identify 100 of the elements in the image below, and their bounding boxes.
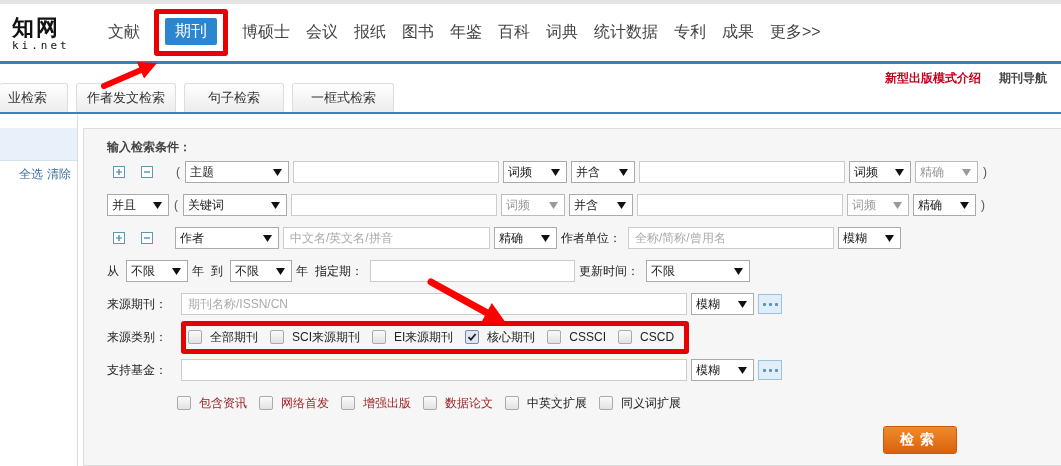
dropdown[interactable]: 不限 [230,260,292,282]
nav-tab[interactable]: 期刊 [165,18,217,45]
dropdown[interactable]: 词频 [503,161,567,183]
checkbox-label[interactable]: 数据论文 [445,394,493,412]
nav-tab[interactable]: 专利 [674,18,706,47]
dropdown[interactable]: 并含 [571,161,635,183]
nav-tab[interactable]: 报纸 [354,18,386,47]
dropdown[interactable]: 词频 [849,161,911,183]
parenthesis: ( [175,165,181,179]
plus-icon[interactable] [113,166,125,178]
form-label: 年 [296,262,309,280]
caret-icon [895,168,904,176]
checkbox[interactable] [618,330,633,344]
checkbox[interactable] [259,396,273,410]
form-label: 到 [211,262,224,280]
dropdown[interactable]: 主题 [185,161,289,183]
checkbox-label[interactable]: EI来源期刊 [394,328,454,346]
input-field[interactable] [370,260,575,282]
form-label: 年 [192,262,205,280]
caret-icon [738,366,747,374]
search-tab[interactable]: 业检索 [0,83,68,112]
logo-text: 知网 [12,13,61,40]
search-tab[interactable]: 一框式检索 [292,83,394,112]
search-tab[interactable]: 作者发文检索 [76,83,176,112]
dropdown[interactable]: 作者 [175,227,279,249]
dropdown[interactable]: 不限 [126,260,188,282]
input-field[interactable]: 全称/简称/曾用名 [628,227,834,249]
caret-icon [734,267,743,275]
sidebar-link[interactable]: 清除 [47,166,71,183]
checkbox-label[interactable]: 网络首发 [281,394,329,412]
checkbox[interactable] [177,396,191,410]
caret-icon [738,300,747,308]
checkbox-label[interactable]: CSSCI [569,330,607,344]
dropdown[interactable]: 精确 [494,227,557,249]
dropdown[interactable]: 关键词 [183,194,287,216]
nav-tab[interactable]: 会议 [306,18,338,47]
dropdown[interactable]: 不限 [646,260,750,282]
input-field[interactable] [291,194,497,216]
caret-icon [893,201,902,209]
checkbox[interactable] [372,330,386,344]
checkbox[interactable] [188,330,202,344]
parenthesis: ) [982,165,988,179]
checkbox-label[interactable]: 同义词扩展 [621,394,681,412]
header-link[interactable]: 新型出版模式介绍 [885,70,981,112]
dropdown[interactable]: 模糊 [691,359,754,381]
dropdown[interactable]: 并且 [107,194,169,216]
caret-icon [263,234,272,242]
minus-icon[interactable] [141,232,153,244]
minus-icon[interactable] [141,166,153,178]
nav-tab[interactable]: 词典 [546,18,578,47]
checkbox[interactable] [599,396,613,410]
form-label: 来源类别： [107,328,168,346]
checkbox[interactable] [505,396,519,410]
checkbox[interactable] [341,396,355,410]
checkbox-label[interactable]: 中英文扩展 [527,394,587,412]
nav-tab[interactable]: 文献 [108,18,140,47]
checkbox[interactable] [465,330,480,344]
checkbox[interactable] [423,396,437,410]
search-tab[interactable]: 句子检索 [184,83,284,112]
checkbox[interactable] [547,330,562,344]
nav-tab[interactable]: 图书 [402,18,434,47]
input-field[interactable]: 期刊名称/ISSN/CN [181,293,687,315]
nav-tab[interactable]: 成果 [722,18,754,47]
input-field[interactable] [637,194,843,216]
nav-tab[interactable]: 博硕士 [242,18,290,47]
dropdown[interactable]: 模糊 [838,227,901,249]
form-title: 输入检索条件： [107,139,192,156]
checkbox-label[interactable]: CSCD [640,330,675,344]
logo-domain: ki.net [12,39,71,52]
checkbox-label[interactable]: 核心期刊 [487,328,536,346]
input-field[interactable] [293,161,499,183]
nav-tab[interactable]: 统计数据 [594,18,658,47]
more-button[interactable] [758,294,782,314]
header-link[interactable]: 期刊导航 [999,70,1047,112]
caret-icon [273,168,282,176]
checkbox-label[interactable]: 包含资讯 [199,394,247,412]
input-field[interactable] [181,359,687,381]
checkbox-label[interactable]: 全部期刊 [210,328,258,346]
dropdown[interactable]: 精确 [913,194,976,216]
form-label: 支持基金： [107,361,168,379]
checkbox[interactable] [270,330,284,344]
form-label: 指定期： [315,262,364,280]
nav-tab[interactable]: 百科 [498,18,530,47]
nav-tab[interactable]: 更多>> [770,18,821,47]
dropdown[interactable]: 并含 [569,194,633,216]
annotation-arrow [101,61,157,89]
input-field[interactable]: 中文名/英文名/拼音 [283,227,490,249]
checkbox-label[interactable]: SCI来源期刊 [292,328,360,346]
dropdown[interactable]: 模糊 [691,293,754,315]
sidebar-link[interactable]: 全选 [19,166,43,183]
caret-icon [276,267,285,275]
parenthesis: ( [173,198,179,212]
nav-tab[interactable]: 年鉴 [450,18,482,47]
caret-icon [549,201,558,209]
input-field[interactable] [639,161,845,183]
caret-icon [885,234,894,242]
caret-icon [271,201,280,209]
plus-icon[interactable] [113,232,125,244]
checkbox-label[interactable]: 增强出版 [363,394,411,412]
more-button[interactable] [758,360,782,380]
